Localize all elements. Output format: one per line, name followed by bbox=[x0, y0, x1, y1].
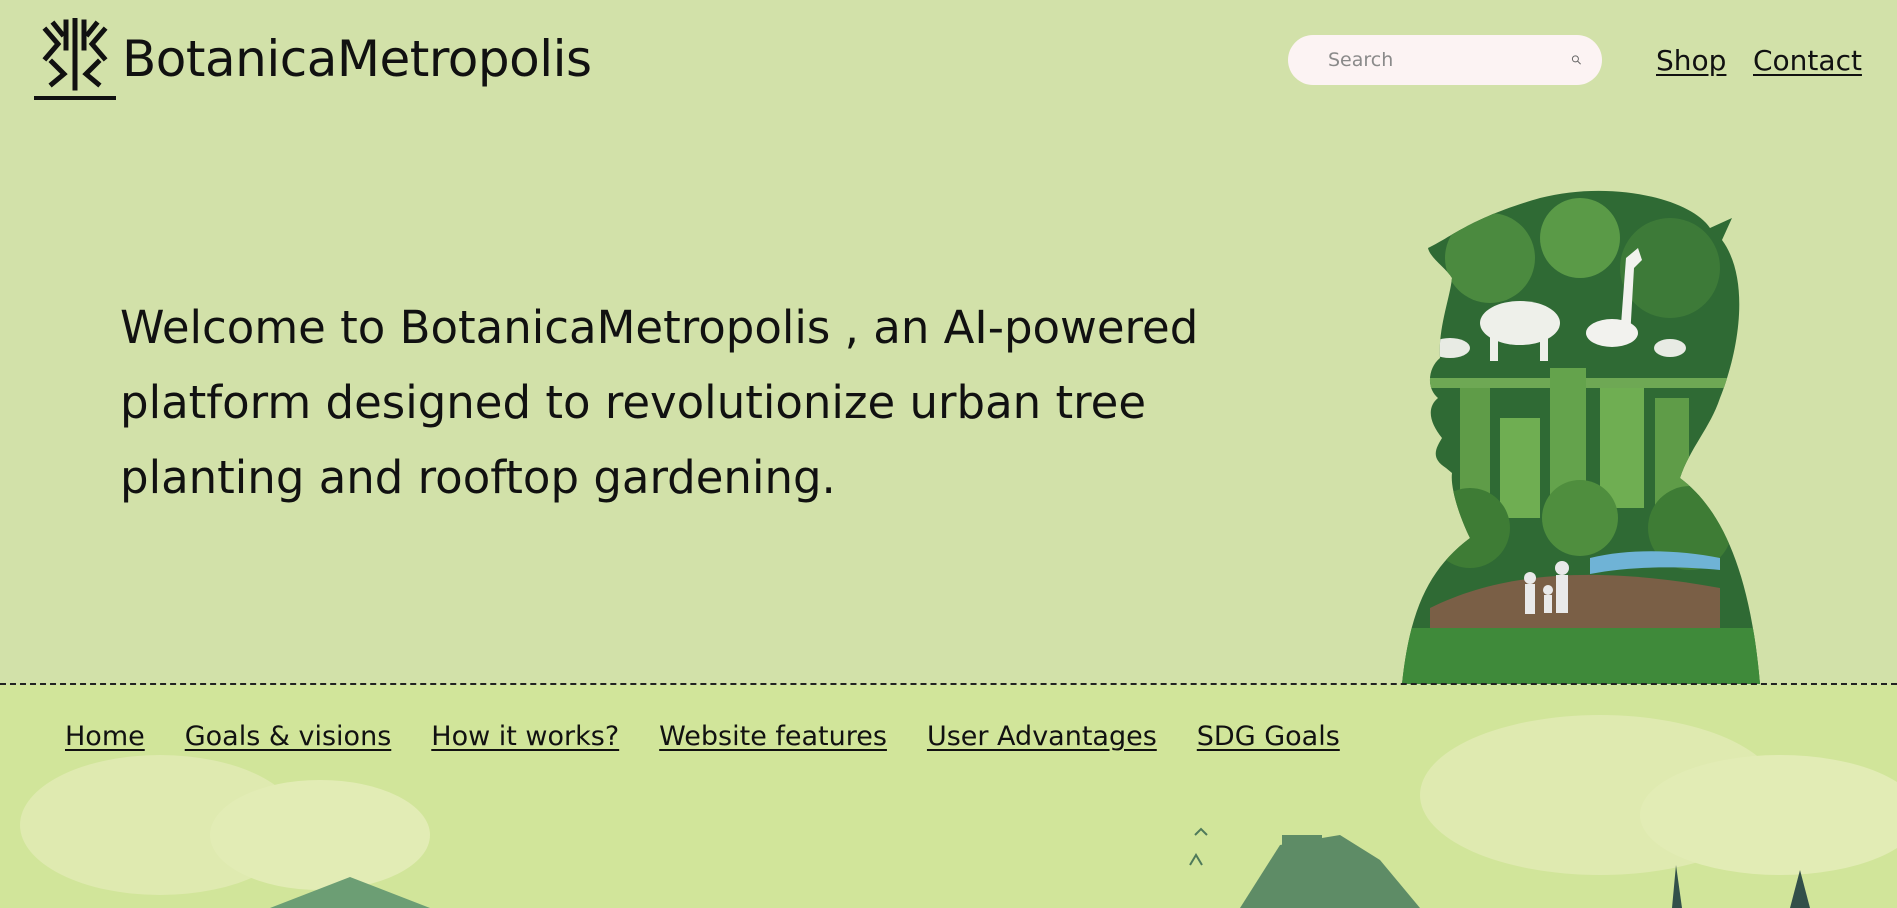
nav-goals-visions[interactable]: Goals & visions bbox=[185, 721, 392, 752]
hero-headline: Welcome to BotanicaMetropolis , an AI-po… bbox=[120, 301, 1199, 504]
nav-home[interactable]: Home bbox=[65, 721, 145, 752]
site-header: BotanicaMetropolis Shop Contact bbox=[0, 0, 1897, 120]
logo[interactable] bbox=[34, 18, 116, 102]
child-silhouette-nature-illustration bbox=[1402, 190, 1760, 684]
nav-website-features[interactable]: Website features bbox=[659, 721, 887, 752]
nav-how-it-works[interactable]: How it works? bbox=[431, 721, 619, 752]
search-icon[interactable] bbox=[1571, 50, 1582, 70]
tree-logo-icon bbox=[34, 18, 116, 100]
search-input[interactable] bbox=[1328, 49, 1571, 71]
nav-user-advantages[interactable]: User Advantages bbox=[927, 721, 1157, 752]
shop-link[interactable]: Shop bbox=[1656, 44, 1726, 77]
contact-link[interactable]: Contact bbox=[1753, 44, 1862, 77]
main-nav: Home Goals & visions How it works? Websi… bbox=[65, 721, 1340, 752]
landscape-scenery-illustration bbox=[20, 715, 1897, 908]
nav-sdg-goals[interactable]: SDG Goals bbox=[1197, 721, 1340, 752]
search-bar[interactable] bbox=[1288, 35, 1602, 85]
bottom-nav-band: Home Goals & visions How it works? Websi… bbox=[0, 685, 1897, 908]
brand-name[interactable]: BotanicaMetropolis bbox=[122, 30, 592, 88]
